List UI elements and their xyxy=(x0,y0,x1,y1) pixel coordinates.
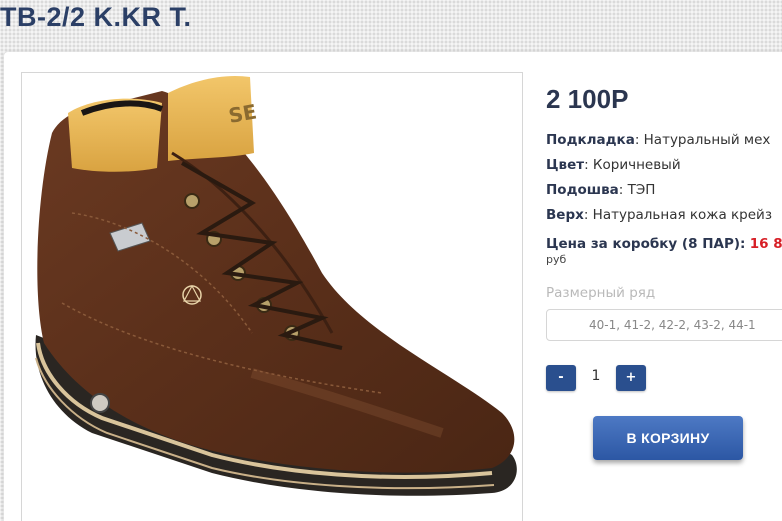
product-image[interactable]: SE xyxy=(21,72,523,521)
boot-image: SE xyxy=(35,75,517,496)
page-title: TB-2/2 K.KR T. xyxy=(0,2,192,32)
add-to-cart-button[interactable]: В КОРЗИНУ xyxy=(593,416,743,460)
spec-value: Натуральный мех xyxy=(643,132,771,148)
spec-value: Натуральная кожа крейз xyxy=(592,207,773,223)
box-price-unit: руб xyxy=(546,253,567,266)
spec-key: Верх xyxy=(546,207,584,223)
quantity-decrease-button[interactable]: - xyxy=(546,365,576,391)
quantity-input[interactable]: 1 xyxy=(582,368,610,384)
box-price-label: Цена за коробку (8 ПАР): xyxy=(546,236,746,252)
product-price: 2 100Р xyxy=(546,84,629,114)
spec-key: Цвет xyxy=(546,157,585,173)
quantity-increase-button[interactable]: + xyxy=(616,365,646,391)
spec-value: ТЭП xyxy=(627,182,656,198)
spec-key: Подкладка xyxy=(546,132,635,148)
spec-color: Цвет: Коричневый xyxy=(546,157,681,173)
spec-lining: Подкладка: Натуральный мех xyxy=(546,132,771,148)
size-range-select[interactable]: 40-1, 41-2, 42-2, 43-2, 44-1 xyxy=(546,309,782,341)
spec-value: Коричневый xyxy=(592,157,681,173)
spec-sole: Подошва: ТЭП xyxy=(546,182,656,198)
spec-upper: Верх: Натуральная кожа крейз xyxy=(546,207,773,223)
size-range-label: Размерный ряд xyxy=(546,285,656,301)
box-price-value: 16 800 xyxy=(749,236,782,252)
spec-key: Подошва xyxy=(546,182,619,198)
box-price: Цена за коробку (8 ПАР): 16 800 xyxy=(546,236,782,252)
brand-logo: SE xyxy=(227,99,259,128)
